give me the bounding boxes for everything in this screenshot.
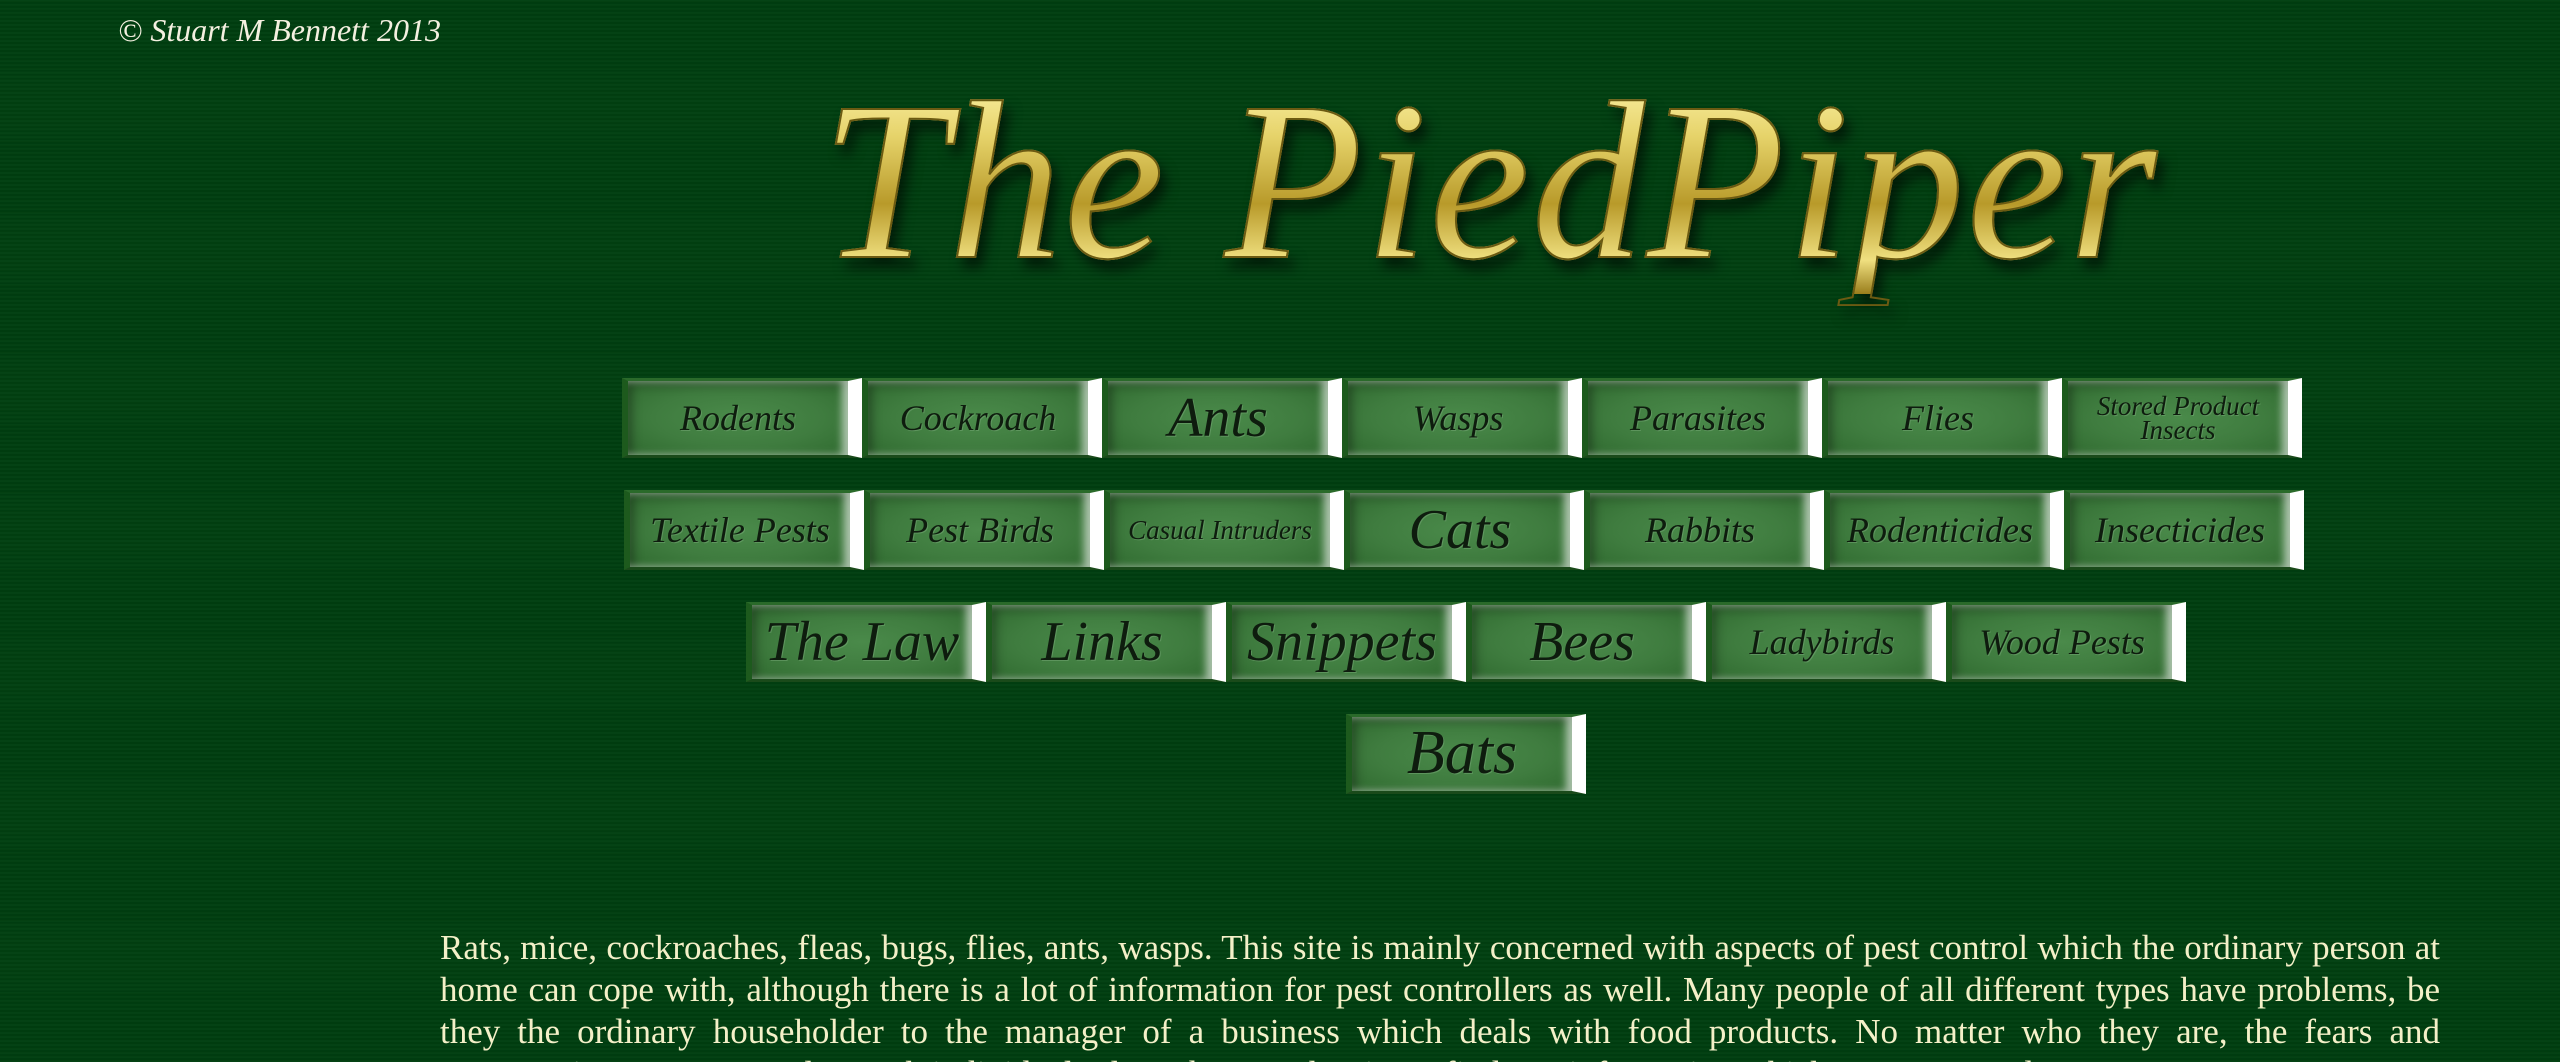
nav-label: Snippets [1247,610,1437,673]
nav-label: Pest Birds [906,509,1054,550]
nav-label: Cockroach [899,397,1057,438]
nav-label: Casual Intruders [1128,514,1312,545]
nav-label: Wood Pests [1979,621,2145,662]
nav-button-links[interactable]: Links [986,602,1226,682]
nav-button-rodents[interactable]: Rodents [622,378,862,458]
nav-button-cockroach[interactable]: Cockroach [862,378,1102,458]
nav-row-2: Textile Pests Pest Birds Casual Intruder… [624,490,2304,570]
nav-label: Bees [1529,610,1635,673]
nav-label: Stored Product Insects [2096,390,2260,445]
nav-button-insecticides[interactable]: Insecticides [2064,490,2304,570]
nav-button-ants[interactable]: Ants [1102,378,1342,458]
nav-button-wasps[interactable]: Wasps [1342,378,1582,458]
nav-label: Insecticides [2095,509,2265,550]
nav-button-stored-product-insects[interactable]: Stored Product Insects [2062,378,2302,458]
copyright-notice: © Stuart M Bennett 2013 [118,12,441,48]
site-logo: The PiedPiper [760,36,2220,326]
nav-button-parasites[interactable]: Parasites [1582,378,1822,458]
logo-text: The PiedPiper [820,56,2159,306]
nav-button-rodenticides[interactable]: Rodenticides [1824,490,2064,570]
nav-label: Links [1041,610,1163,673]
nav-button-casual-intruders[interactable]: Casual Intruders [1104,490,1344,570]
nav-button-pest-birds[interactable]: Pest Birds [864,490,1104,570]
nav-label: Textile Pests [650,509,830,550]
nav-row-1: Rodents Cockroach Ants Wasps Parasites F… [622,378,2302,458]
nav-label: The Law [764,610,960,673]
nav-label: Cats [1408,498,1512,561]
nav-row-4: Bats [1346,714,1586,794]
nav-label: Rabbits [1644,509,1755,550]
nav-button-snippets[interactable]: Snippets [1226,602,1466,682]
nav-label: Ants [1168,386,1268,449]
nav-button-cats[interactable]: Cats [1344,490,1584,570]
nav-label: Rodents [680,397,796,438]
nav-label: Bats [1406,719,1518,788]
nav-button-flies[interactable]: Flies [1822,378,2062,458]
nav-label: Rodenticides [1847,509,2033,550]
nav-button-wood-pests[interactable]: Wood Pests [1946,602,2186,682]
nav-button-rabbits[interactable]: Rabbits [1584,490,1824,570]
nav-label: Ladybirds [1749,621,1895,662]
nav-button-bats[interactable]: Bats [1346,714,1586,794]
nav-label: Flies [1902,397,1974,438]
nav-button-bees[interactable]: Bees [1466,602,1706,682]
nav-button-the-law[interactable]: The Law [746,602,986,682]
nav-row-3: The Law Links Snippets Bees Ladybirds Wo… [746,602,2186,682]
nav-button-textile-pests[interactable]: Textile Pests [624,490,864,570]
nav-button-ladybirds[interactable]: Ladybirds [1706,602,1946,682]
nav-label: Parasites [1629,397,1766,438]
nav-label: Wasps [1412,397,1504,438]
intro-paragraph: Rats, mice, cockroaches, fleas, bugs, fl… [440,928,2440,1062]
